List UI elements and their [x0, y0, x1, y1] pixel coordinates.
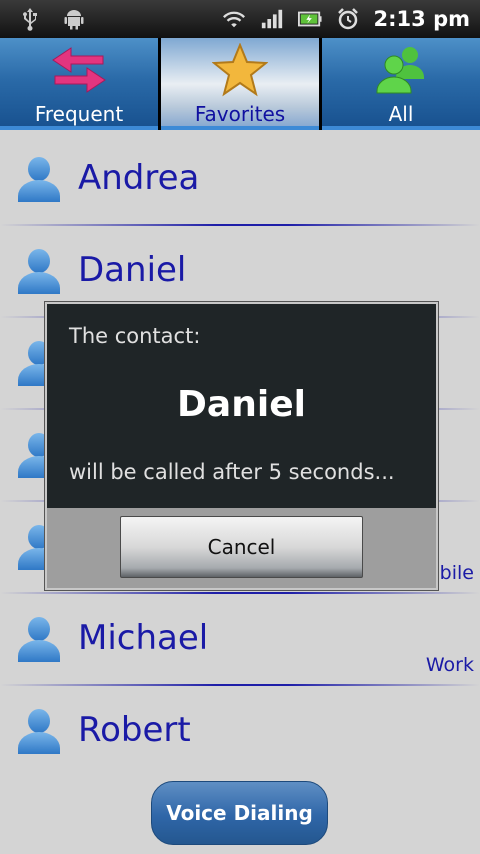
tab-frequent-label: Frequent [34, 102, 124, 126]
alarm-icon [336, 7, 360, 31]
voice-dialing-button[interactable]: Voice Dialing [151, 781, 328, 845]
list-item[interactable]: Robert [0, 686, 480, 778]
list-item[interactable]: Michael Work [0, 594, 480, 686]
tab-frequent[interactable]: Frequent [0, 38, 158, 130]
clock-time: 2:13 pm [373, 7, 470, 31]
dialog-message: will be called after 5 seconds... [69, 460, 395, 484]
contact-name: Daniel [78, 250, 187, 290]
person-icon [16, 616, 62, 668]
battery-icon [297, 7, 322, 31]
tab-favorites-label: Favorites [194, 102, 286, 126]
contact-name: Andrea [78, 158, 200, 198]
tab-all-label: All [388, 102, 414, 126]
list-item[interactable]: Andrea [0, 134, 480, 226]
cancel-button[interactable]: Cancel [120, 516, 363, 578]
dialog-footer: Cancel [47, 508, 436, 588]
call-dialog: The contact: Daniel will be called after… [45, 302, 438, 590]
dialog-prompt: The contact: [69, 324, 201, 348]
dialog-contact-name: Daniel [177, 384, 306, 425]
tab-favorites[interactable]: Favorites [161, 38, 319, 130]
person-icon [16, 708, 62, 760]
wifi-icon [222, 7, 246, 31]
contact-name: Robert [78, 710, 191, 750]
tab-bar: Frequent Favorites All [0, 38, 480, 130]
swap-arrows-icon [49, 44, 109, 100]
people-group-icon [372, 43, 430, 101]
star-icon [211, 42, 269, 101]
usb-icon [18, 7, 42, 31]
contact-name: Michael [78, 618, 209, 658]
status-bar: 2:13 pm [0, 0, 480, 38]
phone-type: Work [425, 654, 474, 676]
android-debug-icon [62, 7, 86, 31]
tab-all[interactable]: All [322, 38, 480, 130]
signal-icon [260, 7, 284, 31]
person-icon [16, 156, 62, 208]
person-icon [16, 248, 62, 300]
